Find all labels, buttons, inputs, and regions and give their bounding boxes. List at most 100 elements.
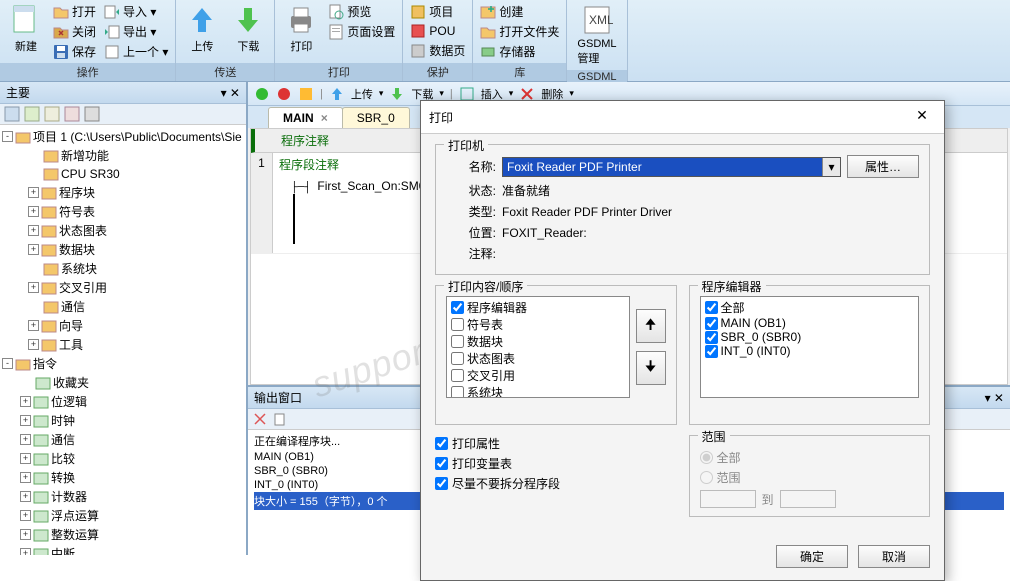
editor-item[interactable]: MAIN (OB1) [705,316,915,330]
tab-close-icon[interactable]: × [321,111,328,125]
expand-icon[interactable]: + [20,491,31,502]
content-item[interactable]: 符号表 [451,316,625,333]
tree-node[interactable]: +数据块 [2,240,244,259]
checkbox[interactable] [435,477,448,490]
expand-icon[interactable]: + [28,187,39,198]
checkbox[interactable] [451,318,464,331]
open-folder-button[interactable]: 打开文件夹 [477,22,562,41]
download-small-icon[interactable] [389,86,405,102]
move-down-button[interactable]: 🠋 [636,351,666,385]
checkbox[interactable] [451,352,464,365]
tree-tool-icon[interactable] [24,106,40,122]
new-button[interactable]: 新建 [4,2,48,56]
editor-item[interactable]: 全部 [705,299,915,316]
dialog-titlebar[interactable]: 打印 ✕ [421,101,944,134]
expand-icon[interactable]: + [28,282,39,293]
tree-node[interactable]: +工具 [2,335,244,354]
tree-node-instructions[interactable]: - 指令 [2,354,244,373]
ok-button[interactable]: 确定 [776,545,848,568]
tree-node[interactable]: 新增功能 [2,146,244,165]
stop-icon[interactable] [276,86,292,102]
save-button[interactable]: 保存 [50,42,99,61]
tree-node[interactable]: +通信 [2,430,244,449]
expand-icon[interactable]: + [20,453,31,464]
tree-node[interactable]: +时钟 [2,411,244,430]
content-item[interactable]: 程序编辑器 [451,299,625,316]
cancel-button[interactable]: 取消 [858,545,930,568]
tree-node[interactable]: 系统块 [2,259,244,278]
range-range-radio[interactable] [700,471,713,484]
move-up-button[interactable]: 🠉 [636,309,666,343]
pou-protect-button[interactable]: POU [407,22,468,40]
tree-tool-icon[interactable] [84,106,100,122]
editor-item[interactable]: SBR_0 (SBR0) [705,330,915,344]
tree-node[interactable]: +整数运算 [2,525,244,544]
option-checkbox[interactable]: 打印变量表 [435,455,677,472]
expand-icon[interactable]: + [20,415,31,426]
pane-pin-icon[interactable]: ▾ ✕ [221,86,240,100]
expand-icon[interactable]: + [28,206,39,217]
page-setup-button[interactable]: 页面设置 [325,22,398,41]
checkbox[interactable] [705,331,718,344]
create-lib-button[interactable]: 创建 [477,2,562,21]
checkbox[interactable] [435,457,448,470]
expand-icon[interactable]: + [28,339,39,350]
expand-icon[interactable]: - [2,131,13,142]
print-button[interactable]: 打印 [279,2,323,56]
tree-tool-icon[interactable] [64,106,80,122]
checkbox[interactable] [451,335,464,348]
range-from-input[interactable] [700,490,756,508]
checkbox[interactable] [451,369,464,382]
content-item[interactable]: 状态图表 [451,350,625,367]
editor-listbox[interactable]: 全部MAIN (OB1)SBR_0 (SBR0)INT_0 (INT0) [700,296,920,398]
tree-node[interactable]: 通信 [2,297,244,316]
expand-icon[interactable]: - [2,358,13,369]
expand-icon[interactable]: + [28,320,39,331]
project-tree[interactable]: - 项目 1 (C:\Users\Public\Documents\Sie 新增… [0,125,246,555]
properties-button[interactable]: 属性… [847,155,919,178]
range-all-radio[interactable] [700,451,713,464]
content-listbox[interactable]: 程序编辑器符号表数据块状态图表交叉引用系统块 [446,296,630,398]
tab-sbr0[interactable]: SBR_0 [342,107,410,128]
tree-node[interactable]: 收藏夹 [2,373,244,392]
checkbox[interactable] [435,437,448,450]
tree-node[interactable]: +转换 [2,468,244,487]
expand-icon[interactable]: + [28,244,39,255]
option-checkbox[interactable]: 打印属性 [435,435,677,452]
preview-button[interactable]: 预览 [325,2,398,21]
build-icon[interactable] [298,86,314,102]
dialog-close-button[interactable]: ✕ [908,107,936,127]
clear-output-icon[interactable] [252,411,268,427]
editor-item[interactable]: INT_0 (INT0) [705,344,915,358]
checkbox[interactable] [705,301,718,314]
previous-button[interactable]: 上一个 ▾ [101,42,171,61]
dropdown-icon[interactable]: ▾ [822,158,840,176]
tab-main[interactable]: MAIN × [268,107,343,128]
tree-node-project[interactable]: - 项目 1 (C:\Users\Public\Documents\Sie [2,127,244,146]
memory-button[interactable]: 存储器 [477,42,562,61]
printer-name-combo[interactable]: Foxit Reader PDF Printer ▾ [502,157,841,177]
tree-tool-icon[interactable] [44,106,60,122]
tree-node[interactable]: +位逻辑 [2,392,244,411]
open-button[interactable]: 打开 [50,2,99,21]
copy-output-icon[interactable] [272,411,288,427]
tree-node[interactable]: +比较 [2,449,244,468]
option-checkbox[interactable]: 尽量不要拆分程序段 [435,475,677,492]
content-item[interactable]: 数据块 [451,333,625,350]
download-button[interactable]: 下载 [226,2,270,56]
gsdml-button[interactable]: XML GSDML 管理 [571,2,622,68]
tree-tool-icon[interactable] [4,106,20,122]
tree-node[interactable]: +浮点运算 [2,506,244,525]
checkbox[interactable] [451,386,464,398]
expand-icon[interactable]: + [20,396,31,407]
expand-icon[interactable]: + [20,529,31,540]
checkbox[interactable] [705,317,718,330]
tree-node[interactable]: +交叉引用 [2,278,244,297]
close-button[interactable]: 关闭 [50,22,99,41]
upload-button[interactable]: 上传 [180,2,224,56]
range-to-input[interactable] [780,490,836,508]
expand-icon[interactable]: + [20,548,31,555]
checkbox[interactable] [705,345,718,358]
datapage-protect-button[interactable]: 数据页 [407,41,468,60]
tree-node[interactable]: CPU SR30 [2,165,244,183]
